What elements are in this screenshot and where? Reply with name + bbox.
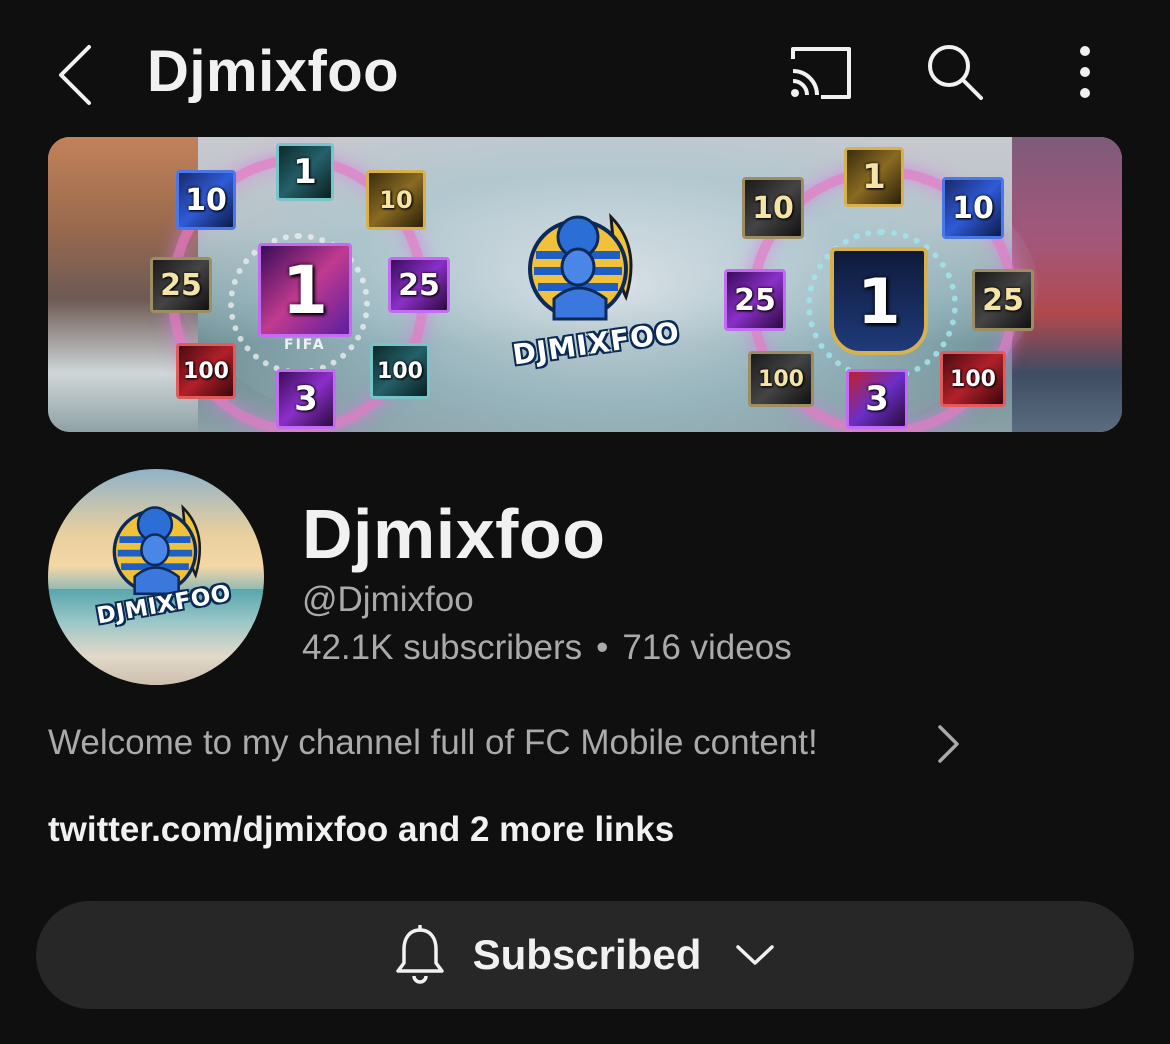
subscribed-button-content: Subscribed	[395, 925, 776, 985]
channel-avatar[interactable]: DJMIXFOO	[48, 469, 264, 685]
banner-badge: 25	[388, 257, 450, 313]
stats-separator: •	[596, 628, 609, 667]
chevron-left-icon	[59, 45, 91, 105]
description-text: Welcome to my channel full of FC Mobile …	[48, 723, 818, 762]
channel-stats: 42.1K subscribers • 716 videos	[302, 628, 792, 668]
bell-icon	[395, 925, 444, 984]
subscribed-label: Subscribed	[472, 931, 702, 978]
banner-badge: 10	[742, 177, 804, 239]
search-button[interactable]	[915, 36, 995, 108]
subscriber-count: 42.1K subscribers	[302, 628, 583, 667]
banner-badge: 10	[366, 170, 426, 230]
chevron-down-icon	[736, 945, 775, 965]
banner-badge: 3	[276, 369, 336, 429]
more-options-button[interactable]	[1055, 36, 1115, 108]
banner-badge: 25	[150, 257, 212, 313]
banner-badge: 1	[258, 243, 352, 337]
banner-badge: 10	[176, 170, 236, 230]
video-count: 716 videos	[622, 628, 792, 667]
banner-badge: 25	[724, 269, 786, 331]
top-app-bar: Djmixfoo	[0, 0, 1170, 140]
djmixfoo-logo-icon	[528, 213, 633, 321]
banner-badge: 1	[844, 147, 904, 207]
banner-badge: 3	[846, 369, 908, 429]
banner-fifa-text: FIFA	[284, 337, 326, 353]
banner-badge: 10	[942, 177, 1004, 239]
banner-badge: 100	[176, 343, 236, 399]
channel-banner: 10 1 10 25 1 25 FIFA 100 3 100 DJMIXFOO …	[48, 137, 1122, 432]
search-icon	[928, 45, 983, 100]
banner-badge: 100	[748, 351, 814, 407]
more-vertical-icon	[1080, 46, 1090, 98]
cast-icon	[791, 47, 851, 99]
banner-badge: 100	[940, 351, 1006, 407]
back-button[interactable]	[40, 30, 110, 120]
channel-name: Djmixfoo	[302, 495, 606, 573]
cast-button[interactable]	[780, 38, 860, 108]
subscribed-button[interactable]: Subscribed	[36, 901, 1134, 1009]
page-title: Djmixfoo	[147, 39, 400, 104]
banner-badge: 100	[370, 343, 430, 399]
channel-handle: @Djmixfoo	[302, 580, 474, 619]
banner-badge: 1	[276, 143, 334, 201]
banner-badge: 1	[830, 247, 928, 355]
banner-badge: 25	[972, 269, 1034, 331]
channel-links[interactable]: twitter.com/djmixfoo and 2 more links	[48, 810, 674, 850]
chevron-right-icon	[928, 722, 968, 766]
channel-description[interactable]: Welcome to my channel full of FC Mobile …	[48, 718, 978, 768]
